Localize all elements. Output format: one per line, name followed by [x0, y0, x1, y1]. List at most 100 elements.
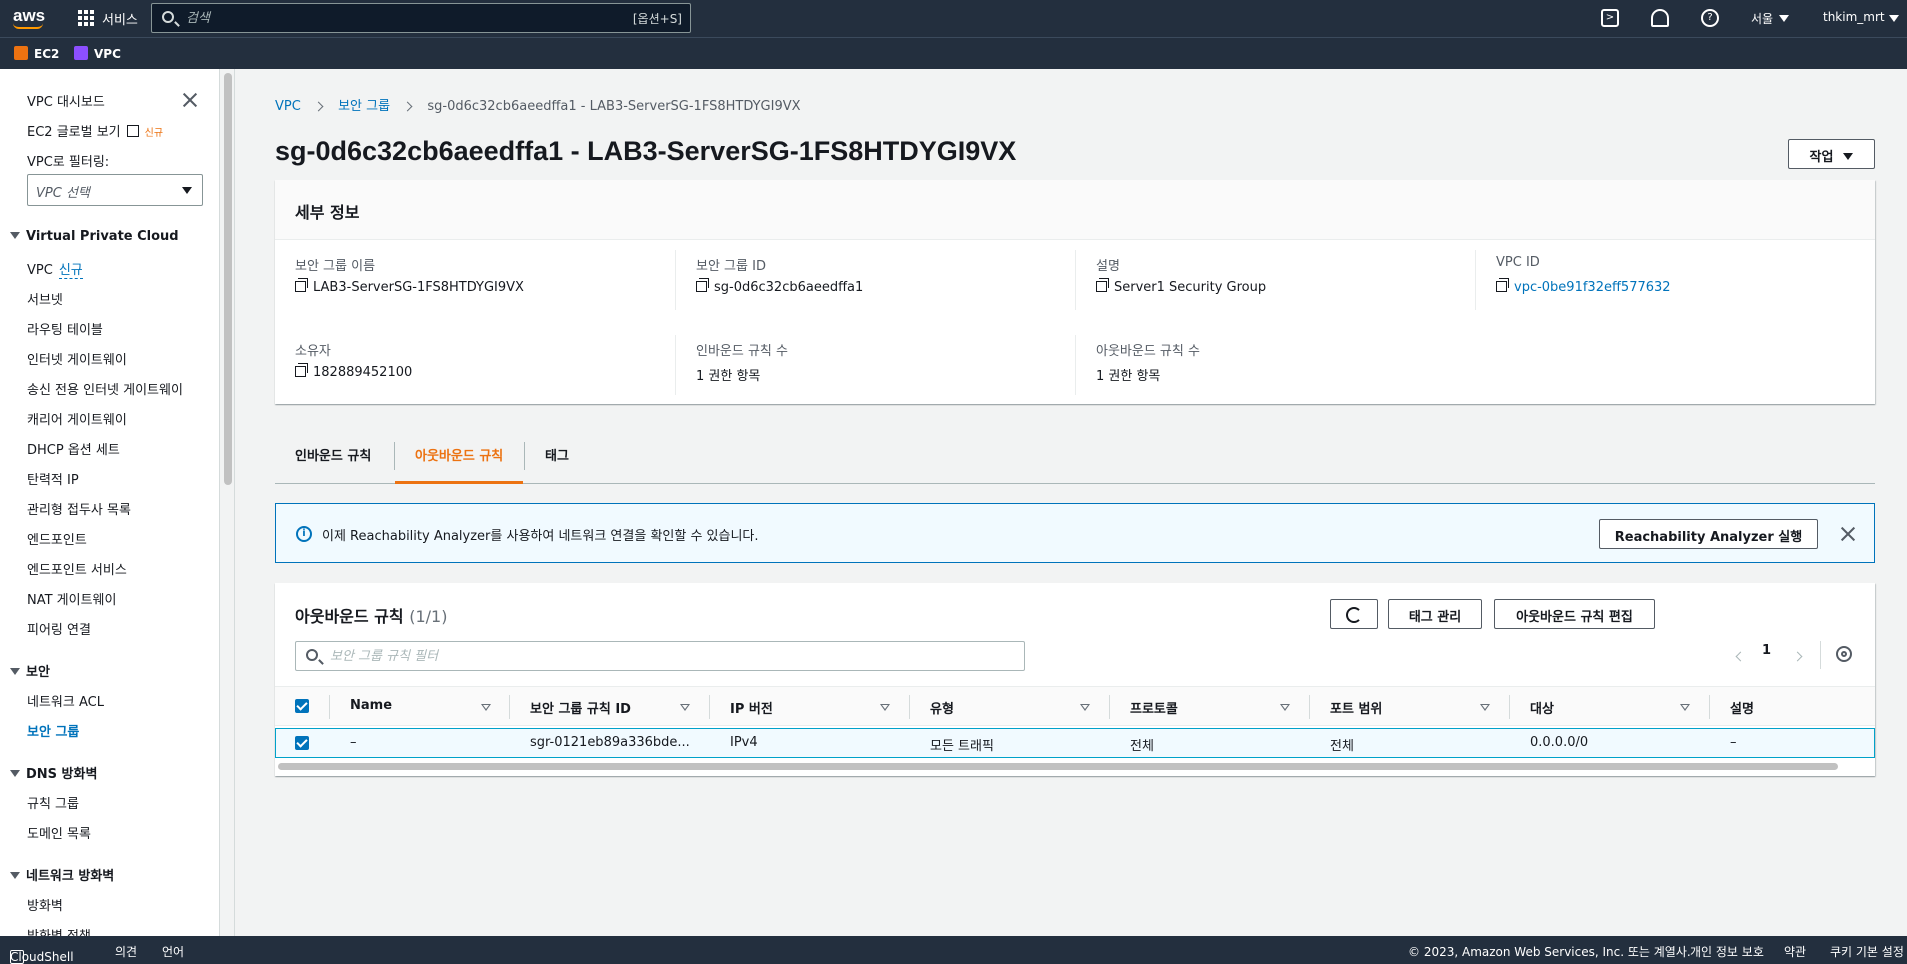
sort-icon[interactable] [481, 704, 491, 711]
sort-icon[interactable] [880, 704, 890, 711]
nav-section-virtual-private-cloud[interactable]: Virtual Private Cloud [10, 229, 179, 244]
actions-button[interactable]: 작업 [1788, 139, 1875, 169]
nav-item-vpc[interactable]: VPC 신규 [27, 259, 83, 279]
favorite-vpc[interactable]: VPC [74, 46, 121, 61]
copy-icon[interactable] [1496, 278, 1509, 292]
manage-tags-button[interactable]: 태그 관리 [1388, 599, 1482, 629]
nav-item-firewalls[interactable]: 방화벽 [27, 895, 63, 914]
tab-outbound-rules[interactable]: 아웃바운드 규칙 [395, 430, 524, 484]
sort-icon[interactable] [1480, 704, 1490, 711]
horizontal-scrollbar[interactable] [278, 763, 1838, 770]
global-search[interactable]: [옵션+S] [151, 3, 691, 33]
help-icon[interactable]: ? [1701, 9, 1719, 27]
nav-item-peering[interactable]: 피어링 연결 [27, 619, 91, 638]
column-header-destination[interactable]: 대상 [1530, 698, 1554, 717]
sort-icon[interactable] [1680, 704, 1690, 711]
sort-icon[interactable] [680, 704, 690, 711]
divider [1475, 250, 1476, 310]
nav-ec2-global-view[interactable]: EC2 글로벌 보기 신규 [27, 121, 163, 140]
sort-icon[interactable] [1280, 704, 1290, 711]
page-title: sg-0d6c32cb6aeedffa1 - LAB3-ServerSG-1FS… [275, 136, 1017, 166]
nav-item-firewall-policies[interactable]: 방화벽 정책 [27, 925, 91, 936]
vpc-id-value: vpc-0be91f32eff577632 [1496, 278, 1671, 295]
next-page-icon[interactable] [1792, 651, 1803, 662]
privacy-link[interactable]: 개인 정보 보호 [1690, 943, 1764, 960]
table-row[interactable]: – sgr-0121eb89a336bde... IPv4 모든 트래픽 전체 … [275, 728, 1875, 758]
nav-section-label: 보안 [26, 665, 50, 680]
column-header-protocol[interactable]: 프로토콜 [1130, 698, 1178, 717]
vpc-id-link[interactable]: vpc-0be91f32eff577632 [1514, 280, 1671, 295]
copy-icon[interactable] [1096, 278, 1109, 292]
tab-inbound-rules[interactable]: 인바운드 규칙 [275, 430, 391, 484]
nav-item-security-groups[interactable]: 보안 그룹 [27, 721, 79, 740]
caret-down-icon [10, 232, 20, 239]
column-header-port-range[interactable]: 포트 범위 [1330, 698, 1382, 717]
column-header-ip-version[interactable]: IP 버전 [730, 698, 773, 717]
notifications-bell-icon[interactable] [1651, 9, 1669, 27]
terms-link[interactable]: 약관 [1784, 943, 1806, 960]
gear-icon[interactable] [1836, 646, 1852, 662]
nav-item-rule-groups[interactable]: 규칙 그룹 [27, 793, 79, 812]
nav-item-dhcp-options[interactable]: DHCP 옵션 세트 [27, 439, 120, 458]
favorite-ec2[interactable]: EC2 [14, 46, 59, 61]
caret-down-icon [10, 770, 20, 777]
copy-icon[interactable] [295, 278, 308, 292]
info-banner: i 이제 Reachability Analyzer를 사용하여 네트워크 연결… [275, 503, 1875, 563]
column-header-type[interactable]: 유형 [930, 698, 954, 717]
close-icon[interactable] [182, 92, 198, 108]
nav-item-internet-gateways[interactable]: 인터넷 게이트웨이 [27, 349, 127, 368]
nav-item-carrier-gateways[interactable]: 캐리어 게이트웨이 [27, 409, 127, 428]
nav-item-endpoints[interactable]: 엔드포인트 [27, 529, 87, 548]
rules-filter-input[interactable] [330, 647, 930, 665]
services-menu-button[interactable]: 서비스 [102, 9, 138, 28]
feedback-link[interactable]: 의견 [115, 943, 137, 960]
column-header-rule-id[interactable]: 보안 그룹 규칙 ID [530, 698, 631, 717]
vpc-filter-placeholder: VPC 선택 [36, 186, 90, 201]
language-link[interactable]: 언어 [162, 943, 184, 960]
nav-item-network-acls[interactable]: 네트워크 ACL [27, 691, 104, 710]
cloudshell-icon[interactable]: > [1601, 9, 1619, 27]
copy-icon[interactable] [696, 278, 709, 292]
previous-page-icon[interactable] [1735, 651, 1746, 662]
nav-section-security[interactable]: 보안 [10, 661, 50, 680]
services-grid-icon[interactable] [78, 10, 94, 26]
nav-item-prefix-lists[interactable]: 관리형 접두사 목록 [27, 499, 131, 518]
current-page[interactable]: 1 [1762, 643, 1771, 658]
nav-item-nat-gateways[interactable]: NAT 게이트웨이 [27, 589, 116, 608]
vpc-filter-select[interactable]: VPC 선택 [27, 174, 203, 206]
row-checkbox[interactable] [295, 736, 309, 750]
sort-icon[interactable] [1080, 704, 1090, 711]
run-reachability-analyzer-button[interactable]: Reachability Analyzer 실행 [1599, 519, 1818, 549]
account-menu[interactable]: thkim_mrt [1823, 10, 1885, 24]
info-icon: i [296, 526, 312, 542]
cell-port-range: 전체 [1330, 739, 1354, 754]
nav-item-egress-only-igw[interactable]: 송신 전용 인터넷 게이트웨이 [27, 379, 183, 398]
aws-logo-smile [13, 23, 43, 29]
divider [1820, 641, 1821, 669]
tab-tags[interactable]: 태그 [525, 430, 589, 484]
column-header-description[interactable]: 설명 [1730, 698, 1754, 717]
divider [1075, 250, 1076, 310]
breadcrumb-vpc[interactable]: VPC [275, 99, 301, 114]
rules-filter[interactable] [295, 641, 1025, 671]
region-selector[interactable]: 서울 [1751, 10, 1773, 27]
nav-item-endpoint-services[interactable]: 엔드포인트 서비스 [27, 559, 127, 578]
sidebar-scrollbar[interactable] [222, 69, 234, 936]
nav-vpc-dashboard[interactable]: VPC 대시보드 [27, 91, 105, 110]
nav-item-route-tables[interactable]: 라우팅 테이블 [27, 319, 103, 338]
search-input[interactable] [186, 8, 566, 28]
refresh-button[interactable] [1330, 599, 1378, 629]
breadcrumb-security-groups[interactable]: 보안 그룹 [338, 99, 390, 114]
edit-outbound-rules-button[interactable]: 아웃바운드 규칙 편집 [1494, 599, 1655, 629]
select-all-checkbox[interactable] [295, 699, 309, 713]
nav-section-dns-firewall[interactable]: DNS 방화벽 [10, 763, 97, 782]
cookie-preferences-link[interactable]: 쿠키 기본 설정 [1830, 943, 1904, 960]
nav-item-elastic-ips[interactable]: 탄력적 IP [27, 469, 79, 488]
nav-item-domain-lists[interactable]: 도메인 목록 [27, 823, 91, 842]
copy-icon[interactable] [295, 363, 308, 377]
close-icon[interactable] [1840, 526, 1856, 542]
nav-section-network-firewall[interactable]: 네트워크 방화벽 [10, 865, 114, 884]
column-header-name[interactable]: Name [350, 698, 392, 713]
nav-item-subnets[interactable]: 서브넷 [27, 289, 63, 308]
side-navigation: VPC 대시보드 EC2 글로벌 보기 신규 VPC로 필터링: VPC 선택 V… [0, 69, 220, 936]
